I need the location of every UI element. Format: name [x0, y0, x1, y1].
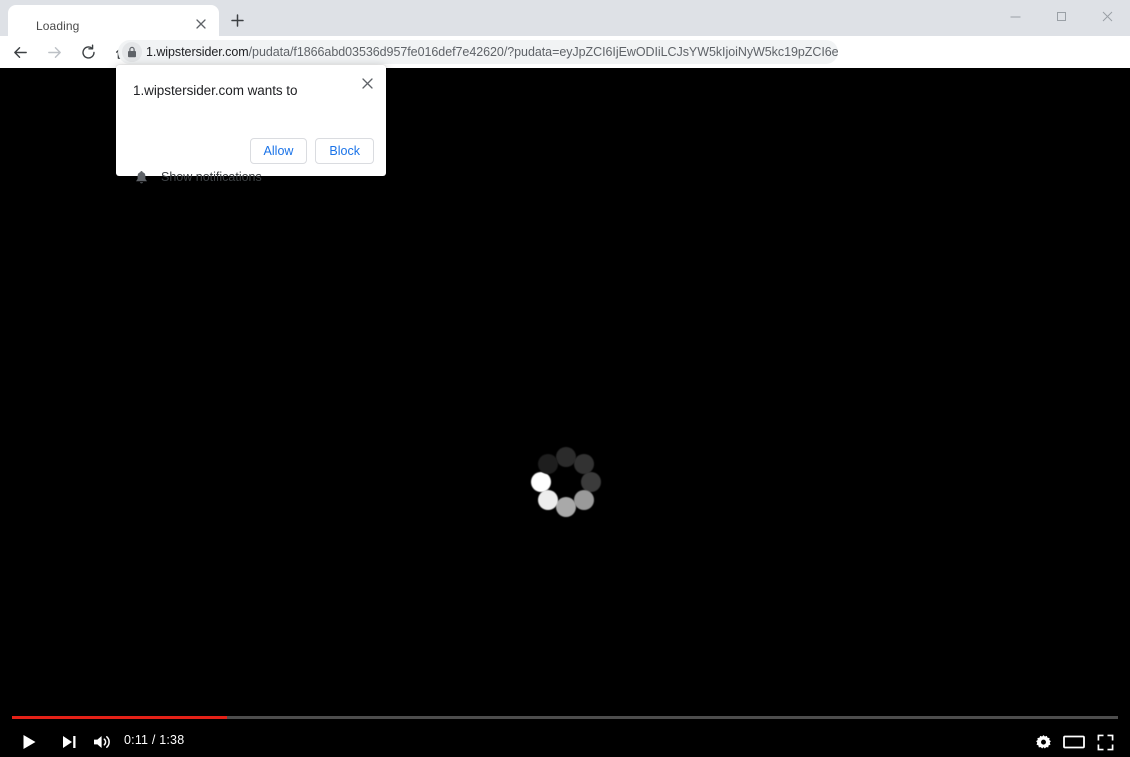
permission-dialog-actions: Allow Block: [249, 138, 374, 164]
permission-request-label: Show notifications: [161, 170, 262, 184]
browser-window: Loading 1.wipstersider.com/pudata/f1866a…: [0, 0, 1130, 757]
spinner-dot: [531, 472, 551, 492]
spinner-dot: [538, 454, 559, 475]
spinner-dot: [538, 489, 559, 510]
notification-permission-dialog: 1.wipstersider.com wants to Show notific…: [116, 65, 386, 184]
maximize-icon[interactable]: [1038, 0, 1084, 33]
tab-title: Loading: [36, 19, 80, 33]
bell-icon: [133, 168, 149, 186]
permission-request-row: Show notifications: [133, 168, 262, 186]
spinner-dot: [556, 497, 576, 517]
theater-mode-icon[interactable]: [1062, 731, 1086, 753]
next-track-icon[interactable]: [58, 731, 80, 753]
volume-icon[interactable]: [90, 731, 114, 753]
close-icon[interactable]: [1084, 0, 1130, 33]
lock-icon[interactable]: [122, 42, 142, 62]
block-button[interactable]: Block: [315, 138, 374, 164]
url-text: 1.wipstersider.com/pudata/f1866abd03536d…: [146, 45, 838, 59]
spinner-dot: [573, 489, 594, 510]
url-path: /pudata/f1866abd03536d957fe016def7e42620…: [248, 45, 838, 59]
minimize-icon[interactable]: [992, 0, 1038, 33]
loading-spinner: [531, 447, 601, 517]
browser-toolbar: 1.wipstersider.com/pudata/f1866abd03536d…: [0, 36, 1130, 99]
address-bar[interactable]: 1.wipstersider.com/pudata/f1866abd03536d…: [118, 40, 838, 64]
forward-icon[interactable]: [40, 38, 68, 66]
reload-icon[interactable]: [74, 38, 102, 66]
allow-button[interactable]: Allow: [249, 138, 308, 164]
video-progress-played: [12, 716, 227, 719]
video-player-controls: 0:11 / 1:38: [0, 711, 1130, 757]
video-timecode: 0:11 / 1:38: [124, 733, 185, 747]
permission-dialog-title: 1.wipstersider.com wants to: [133, 83, 298, 98]
video-progress-bar[interactable]: [12, 716, 1118, 719]
tab-strip: Loading: [0, 0, 1130, 36]
window-controls: [992, 0, 1130, 33]
url-host: 1.wipstersider.com: [146, 45, 249, 59]
browser-tab[interactable]: Loading: [8, 5, 219, 36]
play-icon[interactable]: [17, 731, 41, 753]
close-icon[interactable]: [356, 72, 378, 94]
fullscreen-icon[interactable]: [1094, 731, 1116, 753]
back-icon[interactable]: [6, 38, 34, 66]
gear-icon[interactable]: [1032, 731, 1054, 753]
close-icon[interactable]: [192, 15, 210, 33]
new-tab-button[interactable]: [227, 10, 247, 30]
